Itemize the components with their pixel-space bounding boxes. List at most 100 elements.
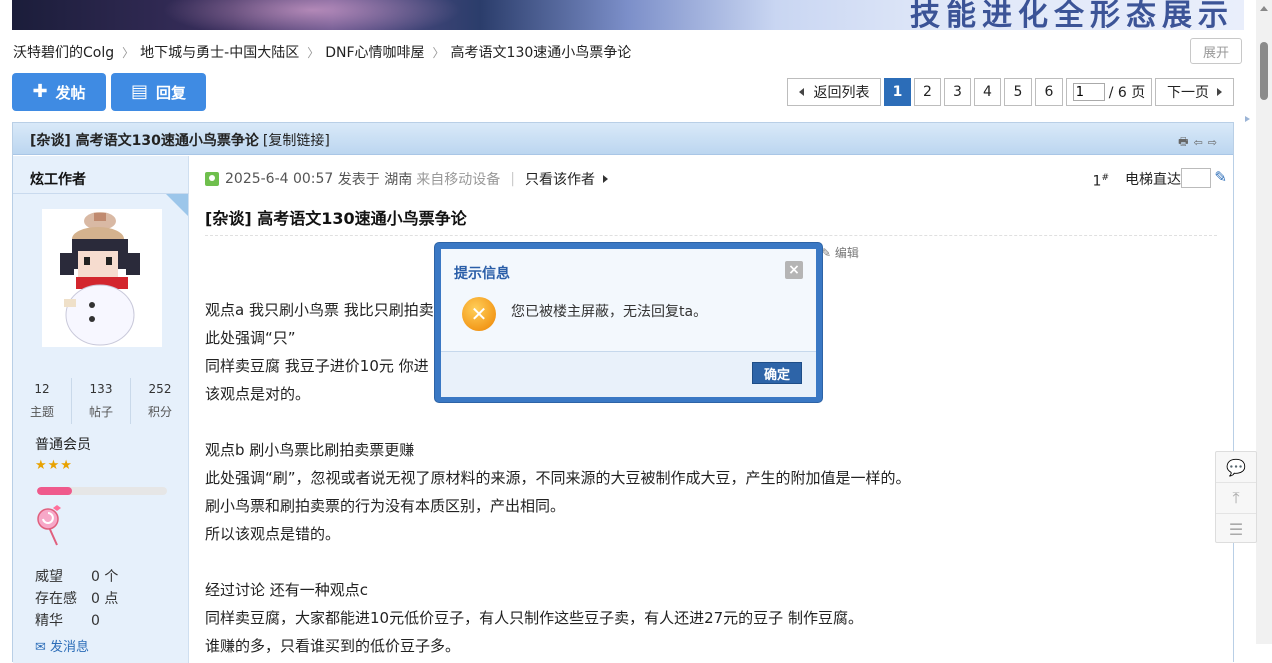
print-icon[interactable]: 🖶 bbox=[1178, 133, 1188, 152]
confirm-button[interactable]: 确定 bbox=[752, 362, 802, 384]
reply-button[interactable]: ▤ 回复 bbox=[111, 73, 206, 111]
alert-dialog: 提示信息 × ✕ 您已被楼主屏蔽，无法回复ta。 确定 bbox=[435, 243, 822, 402]
stat-credits-value: 252 bbox=[148, 382, 172, 396]
author-name[interactable]: 炫工作者 bbox=[30, 169, 86, 189]
stat-posts-label: 帖子 bbox=[88, 405, 113, 419]
breadcrumb-separator-icon: 〉 bbox=[122, 45, 135, 60]
stat-posts-value: 133 bbox=[89, 382, 113, 396]
prev-thread-icon[interactable]: ⇦ bbox=[1194, 136, 1203, 149]
post-content: 2025-6-4 00:57 发表于 湖南 来自移动设备 | 只看该作者 1# … bbox=[189, 156, 1233, 663]
floor-hash: # bbox=[1101, 173, 1109, 183]
quick-reply-icon[interactable]: 💬 bbox=[1216, 452, 1256, 483]
dialog-title: 提示信息 bbox=[454, 266, 510, 282]
elevator-input[interactable] bbox=[1181, 168, 1211, 188]
post-device: 来自移动设备 bbox=[416, 172, 501, 188]
page-link-4[interactable]: 4 bbox=[974, 78, 1001, 106]
body-line: 刷小鸟票和刷拍卖票的行为没有本质区别，产出相同。 bbox=[205, 497, 566, 515]
page-jump-input[interactable] bbox=[1072, 83, 1105, 101]
stat-posts[interactable]: 133 帖子 bbox=[71, 378, 131, 424]
body-line: 此处强调“刷”，忽视或者说无视了原材料的来源，不同来源的大豆被制作成大豆，产生的… bbox=[205, 469, 911, 487]
meta-key: 存在感 bbox=[35, 591, 77, 607]
rank-progress-fill bbox=[37, 487, 73, 495]
dialog-footer: 确定 bbox=[441, 351, 816, 397]
lollipop-medal-icon[interactable] bbox=[35, 503, 65, 547]
floating-toolbar: 💬 ⤒ ☰ bbox=[1215, 451, 1257, 543]
scroll-up-icon[interactable] bbox=[1260, 6, 1268, 11]
meta-key: 精华 bbox=[35, 613, 63, 629]
meta-row: 威望 0 个 bbox=[35, 566, 118, 588]
page-scrollbar[interactable] bbox=[1256, 0, 1272, 644]
next-page-label: 下一页 bbox=[1167, 85, 1209, 101]
error-icon: ✕ bbox=[462, 297, 496, 331]
back-to-top-icon[interactable]: ⤒ bbox=[1216, 483, 1256, 514]
thread-header-tools: 🖶 ⇦ ⇨ bbox=[1178, 133, 1217, 152]
breadcrumb-site[interactable]: 沃特碧们的Colg bbox=[13, 42, 114, 62]
scrollbar-thumb[interactable] bbox=[1260, 42, 1268, 100]
rank-progress-bar bbox=[37, 487, 167, 495]
edit-label: 编辑 bbox=[834, 246, 859, 260]
stat-credits-label: 积分 bbox=[147, 405, 172, 419]
stat-topics[interactable]: 12 主题 bbox=[13, 378, 71, 424]
meta-separator: | bbox=[510, 171, 515, 187]
side-arrow-icon[interactable] bbox=[1245, 116, 1250, 122]
caret-right-icon bbox=[602, 175, 608, 183]
author-sidebar: 炫工作者 12 主题 133 帖子 252 积分 普通会员 ★★★ 威望 0 个… bbox=[13, 156, 189, 663]
expand-button[interactable]: 展开 bbox=[1190, 38, 1242, 64]
page-total: / 6 页 bbox=[1108, 85, 1146, 101]
breadcrumb: 沃特碧们的Colg 〉 地下城与勇士-中国大陆区 〉 DNF心情咖啡屋 〉 高考… bbox=[13, 42, 631, 62]
breadcrumb-thread[interactable]: 高考语文130速通小鸟票争论 bbox=[451, 42, 632, 62]
next-thread-icon[interactable]: ⇨ bbox=[1208, 136, 1217, 149]
only-author-link[interactable]: 只看该作者 bbox=[525, 169, 595, 189]
dialog-message: 您已被楼主屏蔽，无法回复ta。 bbox=[511, 304, 708, 320]
banner-slogan-art: 技能进化全形态展示 bbox=[910, 0, 1234, 30]
stat-topics-value: 12 bbox=[34, 382, 50, 396]
close-icon[interactable]: × bbox=[785, 261, 803, 279]
body-line: 观点b 刷小鸟票比刷拍卖票更赚 bbox=[205, 441, 415, 459]
thread-header: [杂谈] 高考语文130速通小鸟票争论 [复制链接] 🖶 ⇦ ⇨ bbox=[13, 123, 1233, 155]
thread-title-text: [杂谈] 高考语文130速通小鸟票争论 bbox=[30, 133, 259, 149]
body-line: 所以该观点是错的。 bbox=[205, 525, 341, 543]
back-to-list-button[interactable]: 返回列表 bbox=[787, 78, 881, 106]
body-line: 同样卖豆腐，大家都能进10元低价豆子，有人只制作这些豆子卖，有人还进27元的豆子… bbox=[205, 609, 863, 627]
post-title: [杂谈] 高考语文130速通小鸟票争论 bbox=[205, 209, 467, 228]
corner-badge-icon[interactable] bbox=[166, 194, 188, 216]
avatar-pixel-art bbox=[42, 209, 162, 347]
page-link-2[interactable]: 2 bbox=[914, 78, 941, 106]
top-banner: 技能进化全形态展示 bbox=[12, 0, 1244, 30]
avatar[interactable] bbox=[42, 209, 162, 347]
post-location: 发表于 湖南 bbox=[337, 172, 413, 188]
rank-stars-icon: ★★★ bbox=[35, 458, 73, 473]
page-link-3[interactable]: 3 bbox=[944, 78, 971, 106]
page-jump: / 6 页 bbox=[1066, 78, 1152, 106]
meta-value: 0 点 bbox=[91, 591, 119, 607]
list-icon[interactable]: ☰ bbox=[1216, 514, 1256, 544]
breadcrumb-separator-icon: 〉 bbox=[307, 45, 320, 60]
body-line: 经过讨论 还有一种观点c bbox=[205, 581, 369, 599]
stat-credits[interactable]: 252 积分 bbox=[131, 378, 189, 424]
caret-left-icon bbox=[798, 88, 804, 96]
page-link-6[interactable]: 6 bbox=[1035, 78, 1063, 106]
body-line bbox=[205, 548, 911, 576]
online-status-icon bbox=[205, 172, 219, 186]
send-message-link[interactable]: ✉ 发消息 bbox=[35, 636, 89, 655]
copy-link[interactable]: [复制链接] bbox=[263, 133, 330, 149]
new-post-button[interactable]: ✚ 发帖 bbox=[12, 73, 106, 111]
page-link-5[interactable]: 5 bbox=[1004, 78, 1032, 106]
thread-title: [杂谈] 高考语文130速通小鸟票争论 [复制链接] bbox=[30, 130, 330, 150]
next-page-button[interactable]: 下一页 bbox=[1155, 78, 1234, 106]
divider bbox=[205, 235, 1217, 236]
jump-pen-icon[interactable]: ✎ bbox=[1214, 168, 1227, 186]
new-post-label: 发帖 bbox=[55, 83, 86, 102]
author-meta: 威望 0 个 存在感 0 点 精华 0 bbox=[35, 566, 118, 632]
stat-topics-label: 主题 bbox=[29, 405, 54, 419]
breadcrumb-forum[interactable]: DNF心情咖啡屋 bbox=[325, 42, 424, 62]
edit-link[interactable]: ✎ 编辑 bbox=[821, 244, 859, 261]
breadcrumb-section[interactable]: 地下城与勇士-中国大陆区 bbox=[140, 42, 299, 62]
mail-icon: ✉ bbox=[35, 640, 46, 655]
user-group: 普通会员 bbox=[35, 437, 91, 453]
body-line: 谁赚的多，只看谁买到的低价豆子多。 bbox=[205, 637, 461, 655]
page-link-1[interactable]: 1 bbox=[884, 78, 911, 106]
floor-number[interactable]: 1# bbox=[1093, 173, 1109, 190]
author-stats: 12 主题 133 帖子 252 积分 bbox=[13, 378, 189, 424]
body-line bbox=[205, 408, 911, 436]
